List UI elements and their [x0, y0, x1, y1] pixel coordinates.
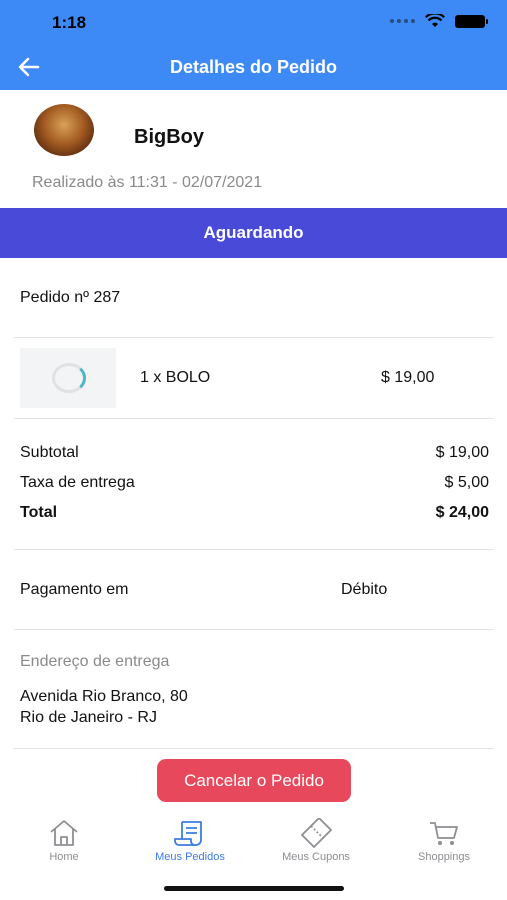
item-price: $ 19,00 [381, 369, 435, 386]
orders-icon [174, 821, 202, 846]
cart-icon [430, 822, 458, 845]
status-bar: 1:18 [0, 0, 507, 44]
order-status-banner: Aguardando [0, 208, 507, 258]
home-icon [50, 820, 78, 846]
divider [14, 549, 494, 550]
totals-section: Subtotal $ 19,00 Taxa de entrega $ 5,00 … [20, 444, 489, 534]
item-description: 1 x BOLO [140, 369, 211, 386]
tab-shoppings-label: Shoppings [418, 851, 470, 863]
delivery-fee-value: $ 5,00 [444, 474, 489, 491]
home-indicator [164, 886, 344, 891]
store-section: BigBoy Realizado às 11:31 - 02/07/2021 [0, 90, 507, 208]
divider [14, 748, 494, 749]
tab-bar: Home Meus Pedidos Meus Cupons Shoppings [0, 810, 507, 870]
total-row: Total $ 24,00 [20, 504, 489, 534]
tab-home[interactable]: Home [4, 818, 124, 863]
page-title: Detalhes do Pedido [169, 57, 338, 77]
tab-meus-cupons-label: Meus Cupons [282, 851, 350, 863]
tab-meus-pedidos[interactable]: Meus Pedidos [130, 818, 250, 863]
item-thumbnail [20, 348, 116, 408]
order-item-row: 1 x BOLO $ 19,00 [0, 338, 507, 418]
delivery-fee-label: Taxa de entrega [20, 474, 135, 491]
loading-spinner-icon [52, 363, 86, 393]
address-street: Avenida Rio Branco, 80 [20, 688, 188, 705]
order-number: Pedido nº 287 [20, 289, 121, 306]
cancel-order-button[interactable]: Cancelar o Pedido [157, 759, 351, 802]
subtotal-label: Subtotal [20, 444, 79, 461]
tab-meus-pedidos-label: Meus Pedidos [155, 851, 225, 863]
coupon-icon [301, 818, 332, 848]
subtotal-row: Subtotal $ 19,00 [20, 444, 489, 474]
app-header: Detalhes do Pedido [0, 44, 507, 90]
subtotal-value: $ 19,00 [435, 444, 489, 461]
payment-method: Débito [341, 581, 388, 598]
total-label: Total [20, 504, 58, 521]
address-label: Endereço de entrega [20, 653, 170, 670]
wifi-icon [425, 14, 445, 27]
delivery-fee-row: Taxa de entrega $ 5,00 [20, 474, 489, 504]
tab-meus-cupons[interactable]: Meus Cupons [256, 818, 376, 863]
battery-icon [455, 14, 488, 28]
total-value: $ 24,00 [435, 504, 489, 521]
status-icons [390, 14, 488, 28]
address-city: Rio de Janeiro - RJ [20, 709, 157, 726]
store-logo [34, 104, 94, 156]
tab-home-label: Home [49, 851, 79, 863]
status-time: 1:18 [52, 13, 87, 32]
divider [14, 629, 494, 630]
tab-shoppings[interactable]: Shoppings [384, 818, 504, 863]
order-time: Realizado às 11:31 - 02/07/2021 [32, 174, 263, 191]
divider [14, 418, 494, 419]
cellular-signal-icon [390, 19, 415, 23]
payment-label: Pagamento em [20, 581, 129, 598]
store-name: BigBoy [134, 126, 204, 148]
